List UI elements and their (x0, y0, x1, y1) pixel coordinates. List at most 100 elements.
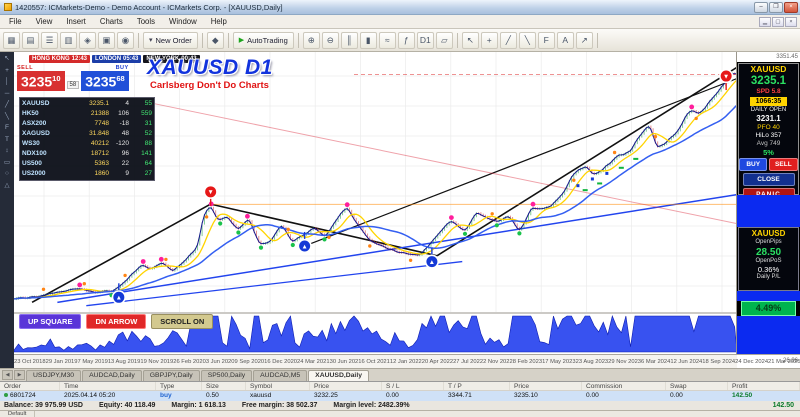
data-window-icon[interactable]: ▥ (60, 32, 77, 49)
sell-price-button[interactable]: 323510 (17, 71, 65, 91)
chart-tab-sp500-daily[interactable]: SP500,Daily (201, 370, 252, 381)
channel-icon[interactable]: ╲ (519, 32, 536, 49)
menu-tools[interactable]: Tools (130, 16, 162, 27)
chart-tab-audcad-daily[interactable]: AUDCAD,Daily (82, 370, 142, 381)
autotrading-button[interactable]: ▶AutoTrading (233, 32, 294, 49)
fibonacci-icon[interactable]: F (5, 124, 9, 131)
arrows-icon[interactable]: ↗ (576, 32, 593, 49)
terminal-icon[interactable]: ▣ (98, 32, 115, 49)
profile-indicator[interactable]: Default (0, 411, 35, 417)
tab-scroll-left[interactable]: ◀ (2, 370, 13, 380)
timeframe-d1-button[interactable]: D1 (417, 32, 434, 49)
terminal-header: OrderTimeTypeSizeSymbolPriceS / LT / PPr… (0, 381, 800, 391)
avg-value: 749 (770, 140, 781, 147)
ellipse-icon[interactable]: ○ (5, 170, 9, 177)
chart-tab-audcad-m5[interactable]: AUDCAD,M5 (253, 370, 307, 381)
menu-bar: FileViewInsertChartsToolsWindowHelp ▁▢× (0, 15, 800, 29)
horizontal-line-icon[interactable]: ─ (5, 90, 10, 97)
vertical-line-icon[interactable]: │ (5, 78, 9, 85)
minimize-button[interactable]: – (754, 2, 768, 13)
clock-hong-kong: HONG KONG12:43 (29, 55, 90, 63)
toolbar-groups: ▦▤☰▥◈▣◉ ▾New Order ◆ ▶AutoTrading ⊕⊖║▮≈ƒD1▱ ↖… (2, 32, 601, 49)
window-title: 1420557: ICMarkets-Demo - Demo Account -… (15, 3, 751, 12)
navigator-icon[interactable]: ◈ (79, 32, 96, 49)
sell-price: 3235 (21, 74, 52, 90)
open-position-row[interactable]: 68017242025.04.14 05:20buy0.50xauusd3232… (0, 391, 800, 401)
signal-dot (205, 215, 208, 218)
bar-chart-icon[interactable]: ║ (341, 32, 358, 49)
profiles-icon[interactable]: ▤ (22, 32, 39, 49)
tab-scroll-right[interactable]: ▶ (14, 370, 25, 380)
pl-symbol: XAUUSD (752, 228, 786, 239)
chart-watermark-subtitle: Carlsberg Don't Do Charts (150, 80, 269, 91)
signal-dot (695, 117, 698, 120)
chart-tab-gbpjpy-daily[interactable]: GBPJPY,Daily (143, 370, 200, 381)
rectangle-icon[interactable]: ▭ (4, 159, 10, 166)
green-dash-marker (597, 182, 602, 184)
zoom-out-icon[interactable]: ⊖ (322, 32, 339, 49)
green-dash-marker (633, 158, 638, 160)
market-watch-icon[interactable]: ☰ (41, 32, 58, 49)
change-cell: 9 (112, 169, 132, 179)
trendline-icon[interactable]: ╱ (5, 101, 9, 108)
time-axis-label: 6 Oct 2021 (362, 359, 390, 365)
panel-close-button[interactable]: CLOSE (743, 173, 795, 186)
child-minimize-button[interactable]: ▁ (759, 17, 771, 27)
time-axis-label: 16 Dec 2020 (264, 359, 297, 365)
metaeditor-icon[interactable]: ◆ (207, 32, 224, 49)
crosshair-icon[interactable]: + (5, 67, 9, 74)
percent-cell: 27 (132, 169, 152, 179)
percent-cell: 55 (132, 99, 152, 109)
text-icon[interactable]: A (557, 32, 574, 49)
child-close-button[interactable]: × (785, 17, 797, 27)
sell-dot (245, 214, 250, 219)
menu-insert[interactable]: Insert (59, 16, 93, 27)
sell-dot (141, 259, 146, 264)
trendline-icon[interactable]: ╱ (500, 32, 517, 49)
balance-value: Balance: 39 975.99 USD (4, 402, 83, 409)
maximize-button[interactable]: ❐ (769, 2, 783, 13)
indicators-icon[interactable]: ƒ (398, 32, 415, 49)
trendline-0[interactable] (32, 204, 211, 302)
triangle-icon[interactable]: △ (5, 182, 10, 189)
time-axis-label: 9 Sep 2020 (235, 359, 265, 365)
zoom-in-icon[interactable]: ⊕ (303, 32, 320, 49)
buy-dot (218, 221, 222, 225)
menu-view[interactable]: View (29, 16, 60, 27)
signal-dot (83, 282, 86, 285)
chart-tab-xauusd-daily[interactable]: XAUUSD,Daily (308, 370, 369, 381)
text-icon[interactable]: T (5, 136, 9, 143)
crosshair-icon[interactable]: + (481, 32, 498, 49)
child-restore-button[interactable]: ▢ (772, 17, 784, 27)
panel-sell-button[interactable]: SELL (769, 158, 798, 171)
new-order-button[interactable]: ▾New Order (143, 32, 198, 49)
channel-icon[interactable]: ╲ (5, 113, 9, 120)
up-square-button[interactable]: UP SQUARE (19, 314, 81, 329)
scroll-on-button[interactable]: SCROLL ON (151, 314, 213, 329)
panel-buy-button[interactable]: BUY (739, 158, 767, 171)
price-cell: 31.848 (72, 129, 112, 139)
menu-charts[interactable]: Charts (93, 16, 130, 27)
dn-arrow-button[interactable]: DN ARROW (86, 314, 146, 329)
arrow-tool-icon[interactable]: ↕ (5, 147, 8, 154)
menu-file[interactable]: File (2, 16, 29, 27)
signal-dot (654, 135, 657, 138)
trendline-7[interactable] (151, 103, 737, 224)
open-pips-value: 28.50 (756, 247, 781, 258)
menu-window[interactable]: Window (162, 16, 204, 27)
strategy-tester-icon[interactable]: ◉ (117, 32, 134, 49)
new-chart-icon[interactable]: ▦ (3, 32, 20, 49)
pointer-icon[interactable]: ↖ (4, 55, 9, 62)
chart-area[interactable]: ▼▼▲▲▲ HONG KONG12:43LONDON05:43NEW YORK0… (14, 52, 737, 368)
chart-tab-usdjpy-m30[interactable]: USDJPY,M30 (26, 370, 81, 381)
templates-icon[interactable]: ▱ (436, 32, 453, 49)
close-button[interactable]: × (784, 2, 798, 13)
fibonacci-icon[interactable]: F (538, 32, 555, 49)
buy-price-button[interactable]: 323568 (81, 71, 129, 91)
menu-help[interactable]: Help (204, 16, 234, 27)
candlestick-icon[interactable]: ▮ (360, 32, 377, 49)
toolbar-separator (138, 33, 139, 48)
cursor-icon[interactable]: ↖ (462, 32, 479, 49)
percent-cell: 141 (132, 149, 152, 159)
line-chart-icon[interactable]: ≈ (379, 32, 396, 49)
